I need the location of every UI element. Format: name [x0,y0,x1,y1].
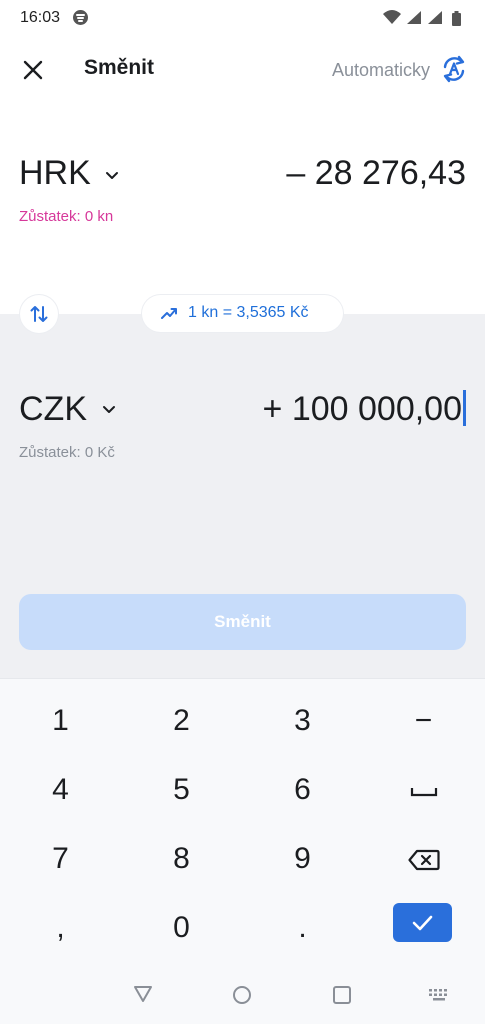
system-status-icons [383,10,461,26]
key-3[interactable]: 3 [242,687,363,755]
from-currency-selector[interactable]: HRK [19,154,91,193]
chevron-down-icon[interactable] [105,171,119,181]
to-balance: Zůstatek: 0 Kč [19,444,115,461]
keyboard-icon[interactable] [428,988,450,1002]
from-section: HRK – 28 276,43 Zůstatek: 0 kn [0,104,485,314]
key-7[interactable]: 7 [0,825,121,893]
wifi-icon [383,10,401,24]
to-amount-value: + 100 000,00 [262,390,462,428]
chevron-down-icon[interactable] [102,405,116,415]
to-currency-selector[interactable]: CZK [19,390,87,429]
nav-back-icon[interactable] [132,984,154,1004]
key-2[interactable]: 2 [121,687,242,755]
exchange-rate-text: 1 kn = 3,5365 Kč [188,304,309,321]
nav-home-icon[interactable] [231,984,253,1006]
system-nav-bar [0,962,485,1024]
key-comma[interactable]: , [0,894,121,962]
key-period[interactable]: . [242,894,363,962]
status-time: 16:03 [20,9,61,26]
numeric-keypad: 1 2 3 − 4 5 6 7 8 9 , 0 . [0,678,485,962]
exchange-rate-chip[interactable]: 1 kn = 3,5365 Kč [142,295,343,332]
key-0[interactable]: 0 [121,894,242,962]
signal-icon [407,11,442,24]
check-icon [412,915,433,931]
key-4[interactable]: 4 [0,756,121,824]
status-bar: 16:03 [0,0,485,36]
nav-recents-icon[interactable] [331,984,353,1006]
key-backspace[interactable] [363,825,484,893]
confirm-key[interactable] [393,903,452,942]
key-8[interactable]: 8 [121,825,242,893]
key-1[interactable]: 1 [0,687,121,755]
spotify-icon [73,10,88,25]
key-6[interactable]: 6 [242,756,363,824]
backspace-icon [407,849,440,871]
auto-exchange-icon[interactable] [439,54,469,84]
key-space[interactable] [363,756,484,824]
key-9[interactable]: 9 [242,825,363,893]
key-5[interactable]: 5 [121,756,242,824]
swap-button[interactable] [20,295,58,333]
text-cursor [463,390,466,426]
swap-icon [30,306,48,322]
close-icon[interactable] [18,55,48,85]
trend-up-icon [161,308,177,319]
from-amount[interactable]: – 28 276,43 [286,154,466,193]
exchange-button[interactable]: Směnit [19,594,466,650]
page-title: Směnit [84,56,155,79]
app-header: Směnit Automaticky [0,36,485,104]
to-amount-input[interactable]: + 100 000,00 [263,390,466,429]
space-key-icon [410,788,437,797]
key-minus[interactable]: − [363,687,484,755]
auto-exchange-label[interactable]: Automaticky [332,60,430,81]
battery-icon [452,11,461,26]
from-balance: Zůstatek: 0 kn [19,208,114,225]
